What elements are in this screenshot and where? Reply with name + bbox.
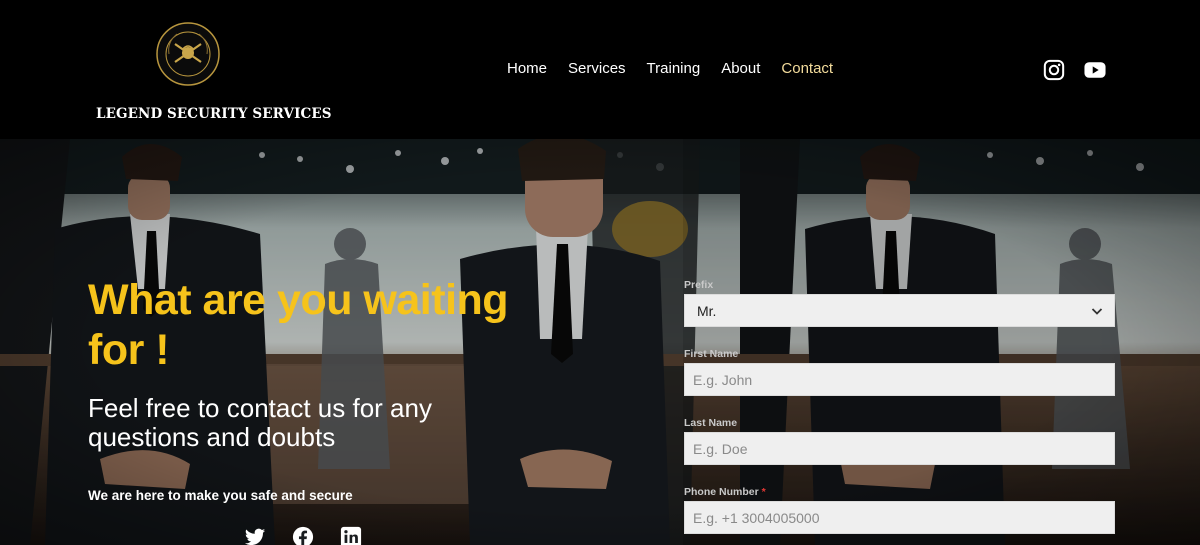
logo-emblem-icon[interactable] (155, 22, 221, 86)
twitter-icon[interactable] (244, 526, 266, 545)
nav-about[interactable]: About (721, 60, 760, 77)
hero-section: What are you waiting for ! Feel free to … (0, 139, 1200, 545)
hero-subheadline: Feel free to contact us for any question… (88, 393, 432, 452)
prefix-label: Prefix (684, 279, 714, 291)
nav-contact[interactable]: Contact (781, 60, 833, 77)
last-name-field[interactable] (684, 432, 1115, 465)
prefix-select[interactable]: Mr. (684, 294, 1115, 327)
header-social-links (1043, 59, 1107, 81)
first-name-label: First Name (684, 348, 739, 360)
phone-number-label-text: Phone Number (684, 486, 759, 498)
first-name-field[interactable] (684, 363, 1115, 396)
hero-social-links (244, 526, 362, 545)
phone-number-input[interactable] (685, 502, 1114, 533)
last-name-input[interactable] (685, 433, 1114, 464)
prefix-select-value: Mr. (697, 302, 717, 319)
first-name-input[interactable] (685, 364, 1114, 395)
required-mark: * (761, 486, 766, 498)
phone-number-field[interactable] (684, 501, 1115, 534)
facebook-icon[interactable] (292, 526, 314, 545)
site-header: LEGEND SECURITY SERVICES Home Services T… (0, 0, 1200, 139)
phone-number-label: Phone Number * (684, 486, 766, 498)
last-name-label: Last Name (684, 417, 738, 429)
hero-tagline: We are here to make you safe and secure (88, 488, 353, 503)
nav-home[interactable]: Home (507, 60, 547, 77)
main-nav: Home Services Training About Contact (507, 60, 854, 77)
instagram-icon[interactable] (1043, 59, 1065, 81)
youtube-icon[interactable] (1083, 59, 1107, 81)
hero-headline: What are you waiting for ! (88, 276, 509, 374)
nav-training[interactable]: Training (647, 60, 701, 77)
brand-name: LEGEND SECURITY SERVICES (96, 106, 332, 122)
chevron-down-icon (1091, 307, 1103, 315)
nav-services[interactable]: Services (568, 60, 626, 77)
linkedin-icon[interactable] (340, 526, 362, 545)
